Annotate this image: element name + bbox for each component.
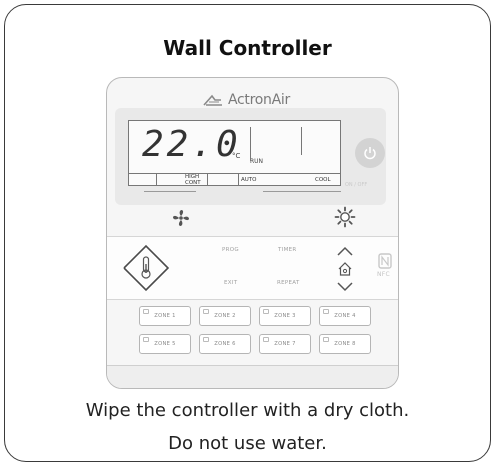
home-nav-icon[interactable] [335, 245, 355, 293]
actronair-logo-icon [203, 94, 222, 106]
lcd-divider [301, 127, 302, 155]
zone-button[interactable]: ZONE 6 [199, 334, 251, 354]
card-title: Wall Controller [163, 36, 332, 60]
temperature-unit: °C [232, 152, 241, 160]
mode-auto: AUTO [241, 177, 257, 183]
zone-label: ZONE 8 [334, 341, 356, 347]
controller-device: ActronAir 22.0 °C RUN HIGH CONT AUTO COO… [106, 77, 399, 389]
nfc-label: NFC [377, 271, 391, 278]
power-button[interactable] [355, 138, 385, 168]
mode-cool: COOL [315, 177, 331, 183]
lcd-divider [250, 127, 251, 161]
display-bracket [263, 191, 341, 196]
control-panel: PROG TIMER EXIT REPEAT NFC [107, 236, 398, 300]
instruction-line-2: Do not use water. [168, 433, 327, 454]
zone-label: ZONE 3 [274, 313, 296, 319]
repeat-button[interactable]: REPEAT [277, 280, 300, 286]
mode-high-cont: HIGH CONT [185, 174, 201, 186]
display-bracket [144, 191, 196, 196]
power-icon [364, 147, 376, 160]
brand-logo: ActronAir [203, 90, 290, 110]
zone-button[interactable]: ZONE 2 [199, 306, 251, 326]
zone-button[interactable]: ZONE 7 [259, 334, 311, 354]
zone-button[interactable]: ZONE 5 [139, 334, 191, 354]
timer-button[interactable]: TIMER [278, 247, 297, 253]
exit-button[interactable]: EXIT [224, 280, 237, 286]
zone-label: ZONE 2 [214, 313, 236, 319]
sun-icon[interactable] [334, 206, 356, 228]
device-base [107, 365, 398, 388]
prog-button[interactable]: PROG [222, 247, 239, 253]
zone-label: ZONE 7 [274, 341, 296, 347]
zone-button[interactable]: ZONE 1 [139, 306, 191, 326]
temperature-rocker-icon[interactable] [120, 242, 172, 294]
nfc-icon [378, 253, 392, 269]
zone-button[interactable]: ZONE 3 [259, 306, 311, 326]
fan-icon[interactable] [171, 208, 191, 228]
zone-label: ZONE 4 [334, 313, 356, 319]
zone-label: ZONE 1 [154, 313, 176, 319]
zone-label: ZONE 6 [214, 341, 236, 347]
brand-name: ActronAir [228, 92, 290, 108]
mode-segment-bar: HIGH CONT AUTO COOL [129, 173, 340, 186]
zone-button[interactable]: ZONE 4 [319, 306, 371, 326]
lcd-display: 22.0 °C RUN HIGH CONT AUTO COOL [128, 120, 341, 186]
wall-controller-card: Wall Controller ActronAir 22.0 °C RUN HI… [4, 4, 491, 462]
temperature-readout: 22.0 [142, 124, 241, 165]
run-indicator: RUN [250, 158, 264, 165]
zone-label: ZONE 5 [154, 341, 176, 347]
zone-button[interactable]: ZONE 8 [319, 334, 371, 354]
power-label: ON / OFF [345, 182, 368, 188]
instruction-line-1: Wipe the controller with a dry cloth. [85, 400, 410, 421]
